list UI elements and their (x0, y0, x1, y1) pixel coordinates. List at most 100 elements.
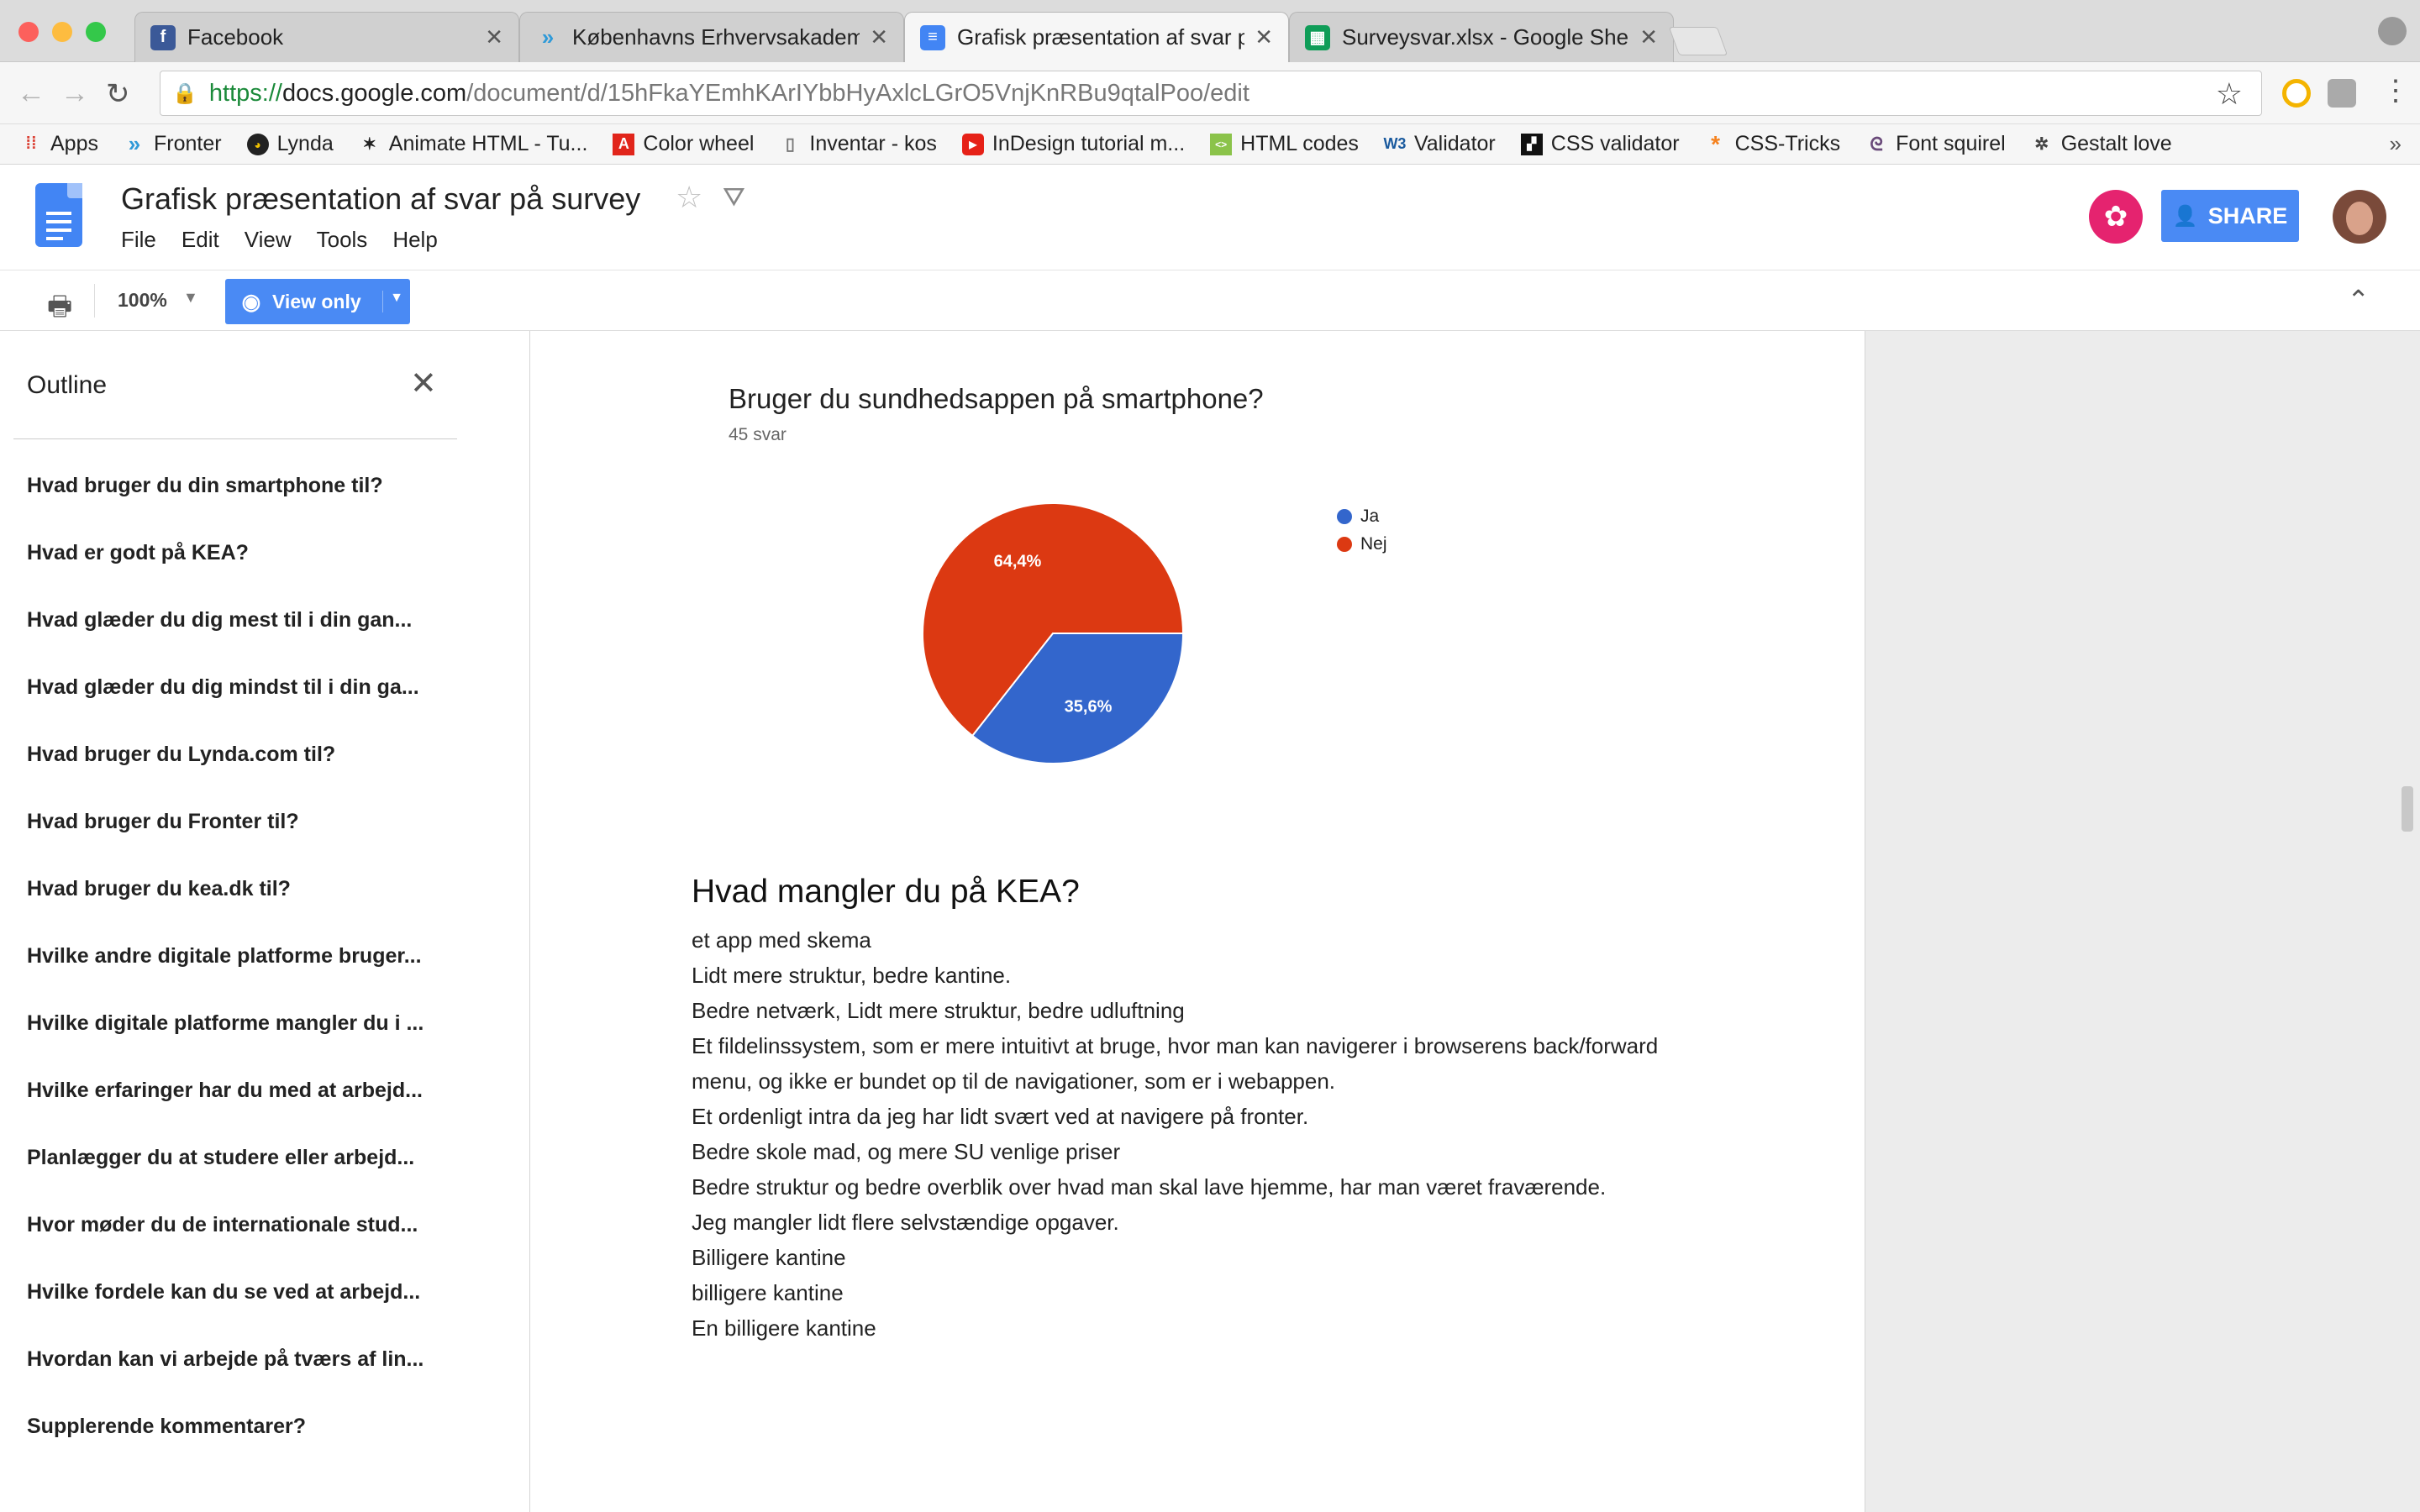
browser-tab-strip: f Facebook ✕ » Københavns Erhvervsakadem… (0, 0, 2420, 62)
answer-line: billigere kantine (692, 1280, 844, 1305)
bookmarks-bar: ⁞⁞ Apps » Fronter ◕ Lynda ✶ Animate HTML - T… (0, 124, 2420, 165)
menu-view[interactable]: View (245, 227, 292, 253)
bookmark-label: Fronter (153, 132, 222, 155)
bookmark-star-icon[interactable]: ☆ (2216, 76, 2243, 112)
print-icon[interactable]: 🖶 (47, 287, 72, 333)
answer-line: Bedre struktur og bedre overblik over hv… (692, 1174, 1607, 1200)
document-title[interactable]: Grafisk præsentation af svar på survey (121, 181, 640, 217)
eye-icon: ◉ (241, 288, 261, 314)
bookmark-indesign[interactable]: ▶ InDesign tutorial m... (961, 132, 1185, 156)
chart-title: Bruger du sundhedsappen på smartphone? (729, 383, 1264, 414)
section-heading: Hvad mangler du på KEA? (692, 874, 1080, 910)
bookmark-label: CSS-Tricks (1734, 132, 1841, 155)
menu-help[interactable]: Help (392, 227, 437, 253)
bookmark-font-squirrel[interactable]: ᘓ Font squirel (1865, 132, 2005, 156)
star-icon[interactable]: ☆ (676, 180, 702, 215)
css-validator-icon: ▞ (1520, 133, 1543, 155)
mode-label: View only (272, 290, 361, 312)
minimize-window-button[interactable] (52, 22, 72, 42)
share-label: SHARE (2207, 202, 2288, 228)
bookmark-lynda[interactable]: ◕ Lynda (246, 132, 334, 156)
bookmark-gestalt-love[interactable]: ✲ Gestalt love (2031, 132, 2171, 156)
close-icon[interactable]: ✕ (485, 24, 503, 50)
outline-item[interactable]: Hvilke fordele kan du se ved at arbejd..… (27, 1280, 420, 1305)
bookmark-color-wheel[interactable]: A Color wheel (613, 132, 754, 156)
bookmark-validator[interactable]: W3 Validator (1383, 132, 1495, 156)
bookmark-label: CSS validator (1550, 132, 1680, 155)
bookmarks-overflow-button[interactable]: » (2390, 131, 2402, 157)
outline-item[interactable]: Supplerende kommentarer? (27, 1415, 306, 1439)
menu-file[interactable]: File (121, 227, 156, 253)
legend-label: Ja (1360, 506, 1380, 526)
scrollbar-thumb[interactable] (2402, 786, 2413, 832)
maximize-window-button[interactable] (86, 22, 106, 42)
bookmark-apps[interactable]: ⁞⁞ Apps (20, 132, 98, 156)
bookmark-label: Lynda (276, 132, 334, 155)
outline-item[interactable]: Hvilke digitale platforme mangler du i .… (27, 1011, 424, 1036)
close-icon[interactable]: ✕ (1639, 24, 1658, 50)
browser-tab-docs[interactable]: ≡ Grafisk præsentation af svar på ✕ (904, 12, 1289, 62)
outline-item[interactable]: Hvordan kan vi arbejde på tværs af lin..… (27, 1347, 424, 1372)
outline-title: Outline (27, 371, 108, 399)
profile-icon[interactable] (2378, 17, 2407, 45)
url-path: /document/d/15hFkaYEmhKArIYbbHyAxlcLGrO5… (466, 79, 1249, 107)
collapse-chevron-up-icon[interactable]: ⌃ (2347, 284, 2370, 316)
outline-item[interactable]: Hvad bruger du din smartphone til? (27, 474, 383, 498)
docs-icon: ≡ (920, 24, 945, 50)
outline-item[interactable]: Hvad er godt på KEA? (27, 541, 249, 565)
outline-item[interactable]: Hvor møder du de internationale stud... (27, 1213, 418, 1237)
close-icon[interactable]: ✕ (1255, 24, 1273, 50)
outline-item[interactable]: Planlægger du at studere eller arbejd... (27, 1146, 414, 1170)
bookmark-label: Color wheel (643, 132, 755, 155)
outline-item[interactable]: Hvad bruger du Lynda.com til? (27, 743, 335, 767)
close-icon[interactable]: ✕ (410, 365, 437, 402)
extension-icon[interactable] (2282, 79, 2311, 108)
pie-slice-label: 35,6% (1065, 697, 1113, 716)
outline-item[interactable]: Hvad glæder du dig mest til i din gan... (27, 608, 412, 633)
close-icon[interactable]: ✕ (870, 24, 888, 50)
fronter-icon: » (541, 24, 555, 50)
browser-tab-facebook[interactable]: f Facebook ✕ (134, 12, 519, 62)
facebook-icon: f (150, 24, 176, 50)
add-to-drive-icon[interactable]: ⛛ (723, 181, 745, 213)
user-avatar[interactable] (2333, 190, 2386, 244)
chevron-down-icon[interactable]: ▼ (183, 289, 198, 307)
bookmark-css-tricks[interactable]: * CSS-Tricks (1705, 131, 1841, 157)
docs-logo-icon[interactable] (35, 183, 82, 247)
share-button[interactable]: 👤 SHARE (2161, 190, 2299, 242)
outline-item[interactable]: Hvad glæder du dig mindst til i din ga..… (27, 675, 419, 700)
forward-arrow-icon[interactable]: → (60, 77, 89, 110)
outline-item[interactable]: Hvilke erfaringer har du med at arbejd..… (27, 1079, 423, 1103)
bookmark-label: HTML codes (1240, 132, 1359, 155)
reload-icon[interactable]: ↻ (106, 77, 130, 111)
page-icon: ▯ (785, 135, 795, 154)
url-host: docs.google.com (281, 79, 467, 107)
bookmark-fronter[interactable]: » Fronter (124, 131, 222, 156)
bookmark-inventar[interactable]: ▯ Inventar - kos (779, 132, 937, 156)
browser-tab-sheets[interactable]: ▦ Surveysvar.xlsx - Google Sheets ✕ (1289, 12, 1674, 62)
w3c-icon: W3 (1383, 135, 1407, 152)
browser-tab-kea[interactable]: » Københavns Erhvervsakademi ✕ (519, 12, 904, 62)
camera-icon[interactable] (2328, 79, 2356, 108)
outline-item[interactable]: Hvad bruger du Fronter til? (27, 810, 299, 834)
bookmark-html-codes[interactable]: <> HTML codes (1210, 132, 1359, 156)
back-arrow-icon[interactable]: ← (17, 77, 45, 110)
menu-edit[interactable]: Edit (182, 227, 219, 253)
chrome-menu-icon[interactable]: ⋮ (2381, 74, 2410, 108)
bookmark-animate[interactable]: ✶ Animate HTML - Tu... (359, 132, 587, 156)
viewer-avatar[interactable]: ✿ (2089, 190, 2143, 244)
lock-icon: 🔒 (172, 81, 197, 105)
view-only-mode-button[interactable]: ◉ View only ▼ (225, 279, 410, 324)
close-window-button[interactable] (18, 22, 39, 42)
bookmark-css-validator[interactable]: ▞ CSS validator (1520, 132, 1680, 156)
outline-item[interactable]: Hvad bruger du kea.dk til? (27, 877, 291, 901)
outline-item[interactable]: Hvilke andre digitale platforme bruger..… (27, 944, 422, 969)
pie-slice-label: 64,4% (994, 553, 1042, 571)
zoom-select[interactable]: 100% (118, 289, 167, 312)
menu-tools[interactable]: Tools (317, 227, 368, 253)
new-tab-button[interactable] (1668, 27, 1728, 55)
address-toolbar: ← → ↻ 🔒 https://docs.google.com/document… (0, 62, 2420, 124)
lynda-icon: ◕ (246, 133, 269, 155)
url-input[interactable]: 🔒 https://docs.google.com/document/d/15h… (160, 71, 2262, 116)
answer-line: Jeg mangler lidt flere selvstændige opga… (692, 1210, 1119, 1235)
